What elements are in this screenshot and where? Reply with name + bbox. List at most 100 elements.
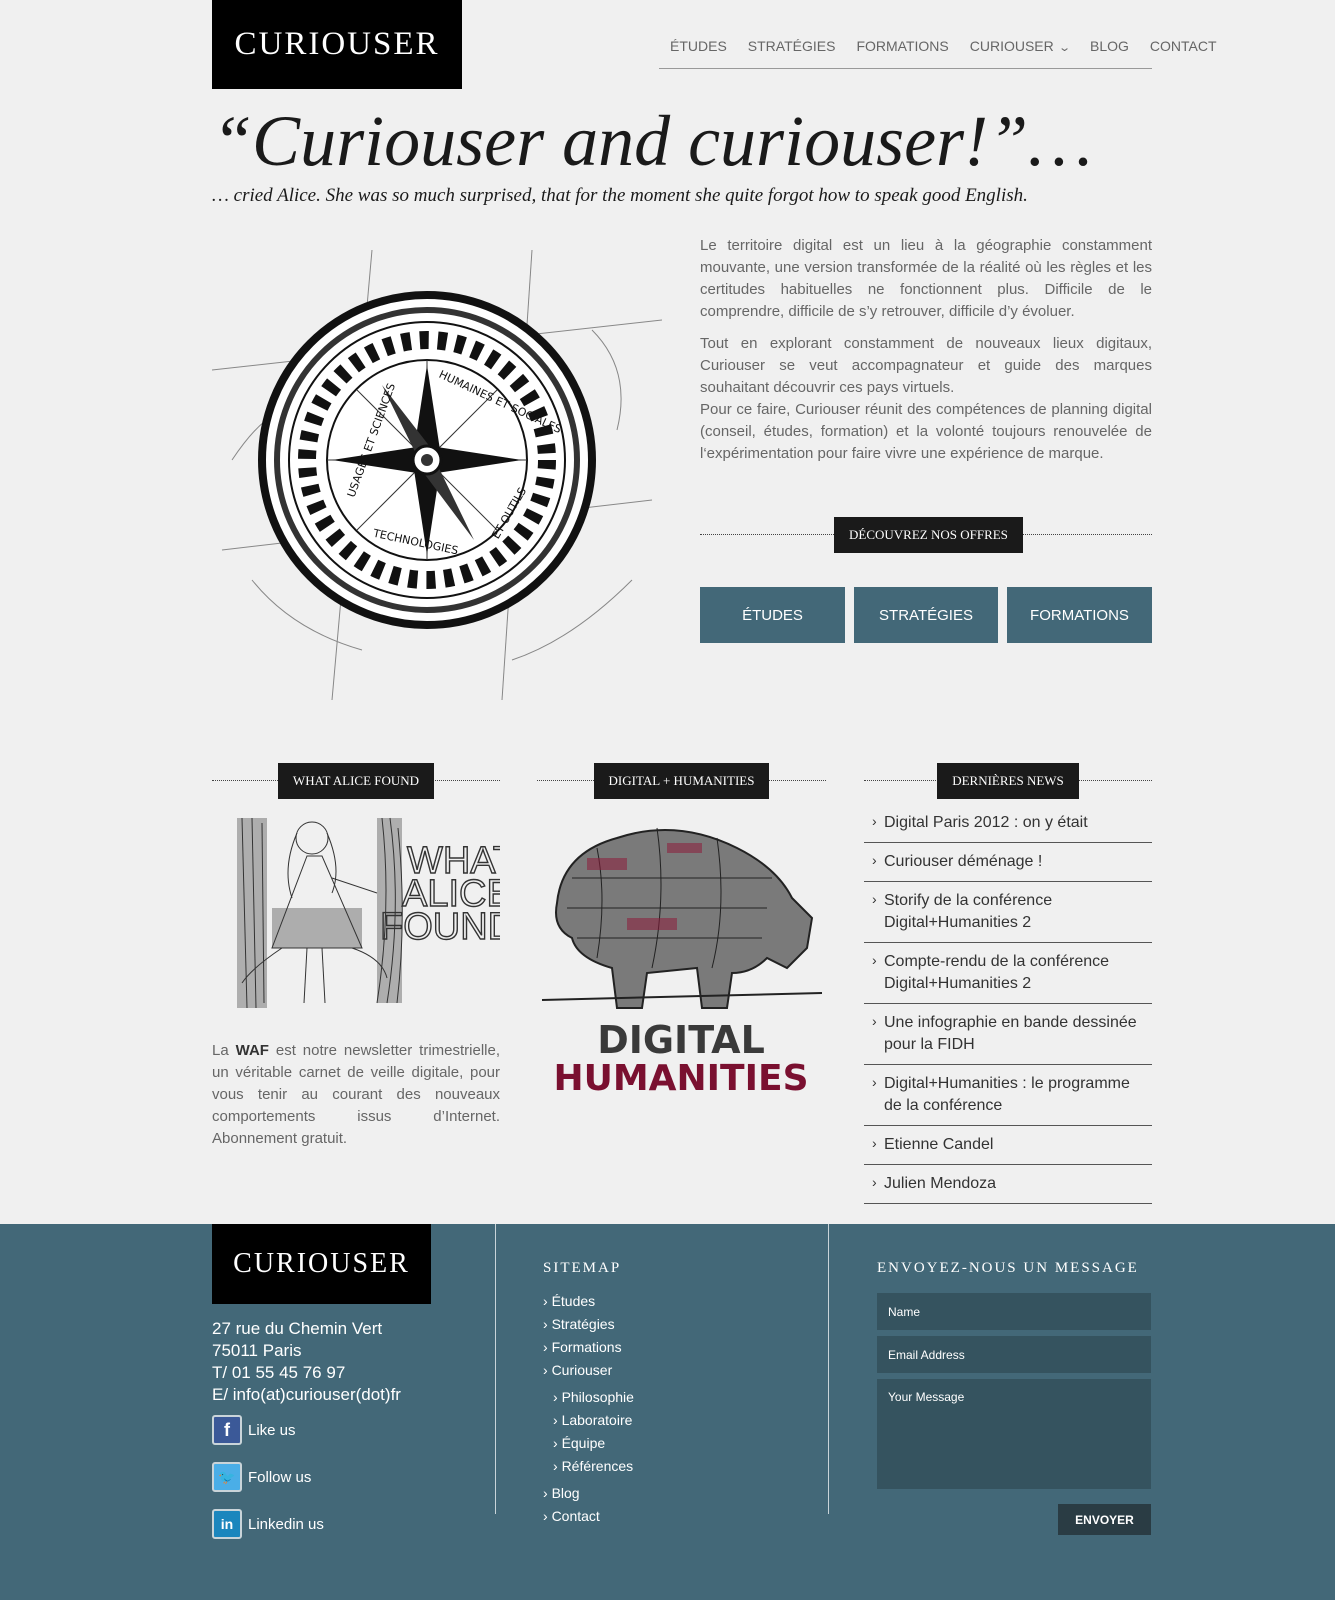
twitter-icon: 🐦 bbox=[212, 1462, 242, 1492]
site-logo[interactable]: CURIOUSER bbox=[212, 0, 462, 89]
news-item[interactable]: › Digital+Humanities : le programme de la… bbox=[864, 1065, 1152, 1126]
linkedin-label: Linkedin us bbox=[248, 1515, 324, 1533]
linkedin-icon: in bbox=[212, 1509, 242, 1539]
footer-divider bbox=[828, 1224, 829, 1514]
facebook-link[interactable]: f Like us bbox=[212, 1415, 296, 1445]
sitemap-label: Formations bbox=[551, 1339, 622, 1355]
dh-logo-digital: DIGITAL bbox=[597, 1018, 765, 1062]
sitemap-equipe[interactable]: › Équipe bbox=[543, 1432, 634, 1455]
address-phone: T/ 01 55 45 76 97 bbox=[212, 1363, 346, 1382]
sitemap-blog[interactable]: › Blog bbox=[543, 1482, 634, 1505]
waf-illustration[interactable]: WHAT ALICE FOUND bbox=[212, 808, 500, 1023]
footer-logo[interactable]: CURIOUSER bbox=[212, 1224, 431, 1304]
intro-paragraph-2: Tout en explorant constamment de nouveau… bbox=[700, 335, 1152, 396]
chevron-right-icon: › bbox=[872, 952, 877, 968]
news-heading: DERNIÈRES NEWS bbox=[864, 763, 1152, 799]
chevron-right-icon: › bbox=[872, 891, 877, 907]
sitemap-contact[interactable]: › Contact bbox=[543, 1505, 634, 1528]
twitter-link[interactable]: 🐦 Follow us bbox=[212, 1462, 311, 1492]
compass-illustration: HUMAINES ET SOCIALES USAGES ET SCIENCES … bbox=[212, 250, 662, 700]
sitemap: › Études › Stratégies › Formations › Cur… bbox=[543, 1290, 634, 1528]
nav-blog[interactable]: BLOG bbox=[1090, 38, 1129, 54]
news-item[interactable]: › Curiouser déménage ! bbox=[864, 843, 1152, 882]
news-item[interactable]: › Etienne Candel bbox=[864, 1126, 1152, 1165]
chevron-right-icon: › bbox=[872, 852, 877, 868]
waf-heading-label: WHAT ALICE FOUND bbox=[277, 763, 435, 799]
nav-strategies[interactable]: STRATÉGIES bbox=[748, 38, 836, 54]
news-item-title: Etienne Candel bbox=[884, 1136, 994, 1153]
sitemap-etudes[interactable]: › Études bbox=[543, 1290, 634, 1313]
main-nav: ÉTUDES STRATÉGIES FORMATIONS CURIOUSER ⌄ … bbox=[659, 38, 1217, 69]
sitemap-label: Contact bbox=[551, 1508, 600, 1524]
name-field[interactable] bbox=[877, 1293, 1151, 1330]
sitemap-references[interactable]: › Références bbox=[543, 1455, 634, 1478]
dh-heading: DIGITAL + HUMANITIES bbox=[537, 763, 826, 799]
address-email: E/ info(at)curiouser(dot)fr bbox=[212, 1385, 401, 1404]
news-item[interactable]: › Julien Mendoza bbox=[864, 1165, 1152, 1204]
news-item-title: Storify de la conférence Digital+Humanit… bbox=[884, 892, 1053, 931]
sitemap-strategies[interactable]: › Stratégies bbox=[543, 1313, 634, 1336]
hero-title: “Curiouser and curiouser!”… bbox=[212, 101, 1093, 181]
waf-description: La WAF est notre newsletter trimestriell… bbox=[212, 1040, 500, 1150]
sitemap-title: SITEMAP bbox=[543, 1260, 622, 1276]
intro-paragraph-3: Pour ce faire, Curiouser réunit des comp… bbox=[700, 401, 1152, 462]
sitemap-label: Études bbox=[551, 1293, 596, 1309]
waf-text-bold: WAF bbox=[235, 1042, 269, 1059]
hero-subtitle: … cried Alice. She was so much surprised… bbox=[212, 185, 1028, 206]
footer-divider bbox=[495, 1224, 496, 1514]
nav-contact[interactable]: CONTACT bbox=[1150, 38, 1217, 54]
nav-curiouser-label: CURIOUSER bbox=[969, 38, 1054, 54]
waf-text-before: La bbox=[212, 1042, 236, 1059]
sitemap-label: Blog bbox=[551, 1485, 580, 1501]
offer-formations-button[interactable]: FORMATIONS bbox=[1007, 587, 1152, 643]
contact-form-title: ENVOYEZ-NOUS UN MESSAGE bbox=[877, 1260, 1139, 1276]
linkedin-link[interactable]: in Linkedin us bbox=[212, 1509, 324, 1539]
news-item-title: Digital+Humanities : le programme de la … bbox=[884, 1075, 1130, 1114]
offer-etudes-button[interactable]: ÉTUDES bbox=[700, 587, 845, 643]
facebook-icon: f bbox=[212, 1415, 242, 1445]
intro-paragraph-1: Le territoire digital est un lieu à la g… bbox=[700, 237, 1152, 320]
intro-text: Le territoire digital est un lieu à la g… bbox=[700, 235, 1152, 475]
email-field[interactable] bbox=[877, 1336, 1151, 1373]
nav-formations[interactable]: FORMATIONS bbox=[856, 38, 948, 54]
dh-logo-humanities: HUMANITIES bbox=[553, 1058, 808, 1098]
sitemap-curiouser[interactable]: › Curiouser bbox=[543, 1359, 634, 1382]
news-item-title: Digital Paris 2012 : on y était bbox=[884, 814, 1088, 831]
chevron-right-icon: › bbox=[872, 1135, 877, 1151]
news-item-title: Compte-rendu de la conférence Digital+Hu… bbox=[884, 953, 1110, 992]
footer-address: 27 rue du Chemin Vert 75011 Paris T/ 01 … bbox=[212, 1318, 401, 1406]
waf-logo-found: FOUND bbox=[380, 906, 500, 948]
waf-heading: WHAT ALICE FOUND bbox=[212, 763, 500, 799]
sitemap-formations[interactable]: › Formations bbox=[543, 1336, 634, 1359]
offers-heading-label: DÉCOUVREZ NOS OFFRES bbox=[834, 517, 1023, 553]
sitemap-label: Équipe bbox=[561, 1435, 606, 1451]
digital-humanities-illustration[interactable]: DIGITAL HUMANITIES bbox=[537, 808, 826, 1098]
sitemap-label: Philosophie bbox=[561, 1389, 634, 1405]
news-item[interactable]: › Une infographie en bande dessinée pour … bbox=[864, 1004, 1152, 1065]
message-field[interactable] bbox=[877, 1379, 1151, 1489]
news-item[interactable]: › Digital Paris 2012 : on y était bbox=[864, 804, 1152, 843]
chevron-right-icon: › bbox=[872, 1074, 877, 1090]
offers-heading: DÉCOUVREZ NOS OFFRES bbox=[700, 517, 1152, 553]
sitemap-laboratoire[interactable]: › Laboratoire bbox=[543, 1409, 634, 1432]
chevron-down-icon: ⌄ bbox=[1057, 42, 1071, 54]
news-item[interactable]: › Storify de la conférence Digital+Humani… bbox=[864, 882, 1152, 943]
news-item-title: Curiouser déménage ! bbox=[884, 853, 1043, 870]
dh-heading-label: DIGITAL + HUMANITIES bbox=[593, 763, 770, 799]
offer-strategies-button[interactable]: STRATÉGIES bbox=[854, 587, 998, 643]
facebook-label: Like us bbox=[248, 1421, 296, 1439]
twitter-label: Follow us bbox=[248, 1468, 312, 1486]
send-button[interactable]: ENVOYER bbox=[1058, 1504, 1151, 1535]
nav-etudes[interactable]: ÉTUDES bbox=[670, 38, 727, 54]
nav-curiouser[interactable]: CURIOUSER ⌄ bbox=[969, 38, 1071, 54]
news-item-title: Julien Mendoza bbox=[884, 1175, 997, 1192]
sitemap-philosophie[interactable]: › Philosophie bbox=[543, 1386, 634, 1409]
news-item[interactable]: › Compte-rendu de la conférence Digital+H… bbox=[864, 943, 1152, 1004]
news-item-title: Une infographie en bande dessinée pour l… bbox=[884, 1014, 1137, 1053]
address-city: 75011 Paris bbox=[212, 1341, 302, 1360]
address-street: 27 rue du Chemin Vert bbox=[212, 1319, 383, 1338]
chevron-right-icon: › bbox=[872, 1013, 877, 1029]
sitemap-label: Références bbox=[561, 1458, 634, 1474]
news-heading-label: DERNIÈRES NEWS bbox=[937, 763, 1079, 799]
sitemap-label: Curiouser bbox=[551, 1362, 613, 1378]
